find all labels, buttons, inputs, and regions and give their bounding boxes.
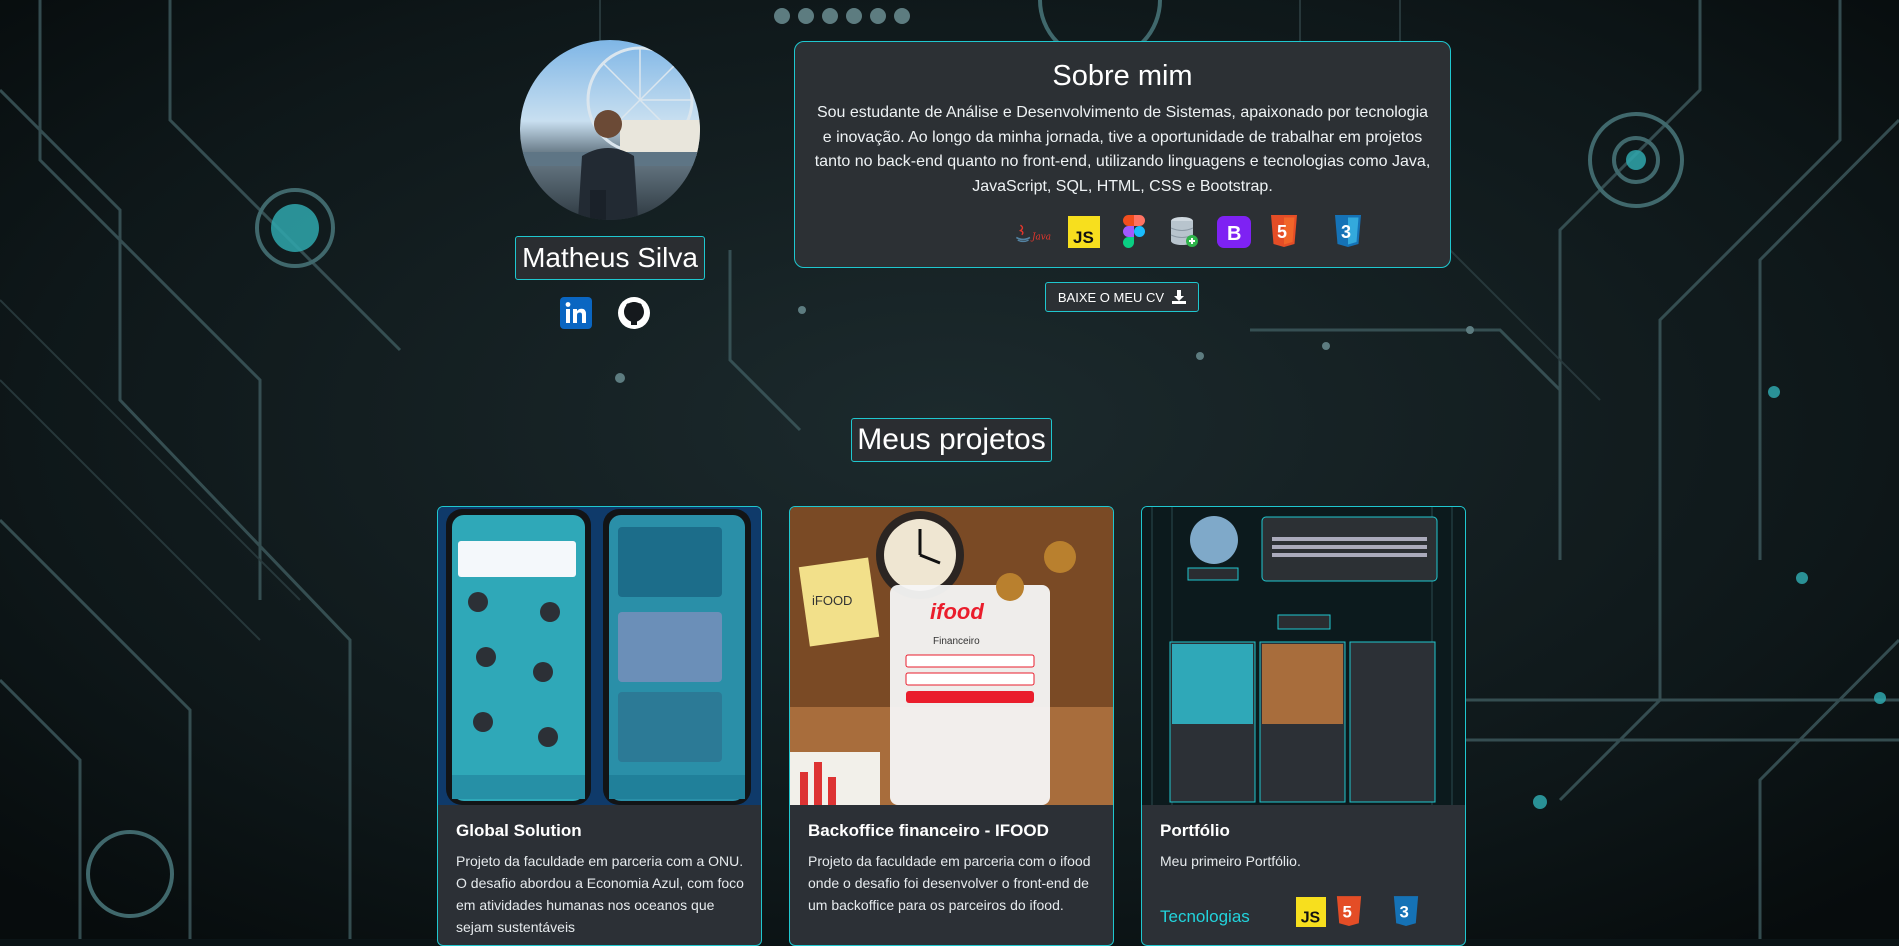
linkedin-icon [560,297,592,329]
profile-name: Matheus Silva [515,236,705,280]
linkedin-link[interactable] [559,296,593,330]
svg-text:iFOOD: iFOOD [812,593,852,608]
project-card-ifood[interactable]: iFOOD ifood Financeiro Backoffice financ… [789,506,1114,946]
svg-text:5: 5 [1277,222,1287,242]
project-thumbnail-ifood: iFOOD ifood Financeiro [790,507,1113,805]
svg-text:B: B [1227,223,1241,245]
download-cv-button[interactable]: BAIXE O MEU CV [1045,282,1199,312]
svg-text:5: 5 [1342,903,1351,922]
about-title: Sobre mim [1052,60,1193,92]
about-text: Sou estudante de Análise e Desenvolvimen… [814,104,1431,195]
java-icon: Java [1015,214,1053,250]
svg-text:JS: JS [1301,909,1320,926]
profile-avatar [520,40,700,220]
sql-database-icon [1165,214,1203,250]
project-card-global-solution[interactable]: Global Solution Projeto da faculdade em … [437,506,762,946]
github-icon [618,297,650,329]
download-icon [1172,290,1187,304]
svg-text:ifood: ifood [930,599,984,624]
project-title: Backoffice financeiro - IFOOD [808,821,1049,840]
svg-text:Java: Java [1030,232,1051,242]
project-thumbnail-global-solution [438,507,761,805]
css3-icon: 3 [1393,896,1419,926]
svg-text:JS: JS [1073,228,1094,247]
project-title: Global Solution [456,821,582,840]
github-link[interactable] [617,296,651,330]
svg-text:3: 3 [1399,903,1408,922]
projects-title: Meus projetos [851,418,1052,462]
svg-text:3: 3 [1341,222,1351,242]
css3-icon: 3 [1329,214,1367,250]
html5-icon: 5 [1336,896,1362,926]
project-description: Projeto da faculdade em parceria com o i… [808,853,1091,913]
project-description: Meu primeiro Portfólio. [1160,853,1301,869]
javascript-icon: JS [1296,897,1326,927]
project-card-portfolio[interactable]: Portfólio Meu primeiro Portfólio. Tecnol… [1141,506,1466,946]
project-title: Portfólio [1160,821,1230,840]
html5-icon: 5 [1265,214,1303,250]
about-card: Sobre mim Sou estudante de Análise e Des… [794,41,1451,268]
project-description: Projeto da faculdade em parceria com a O… [456,853,744,935]
technologies-label: Tecnologias [1160,907,1250,926]
tech-icons-row: Java JS B 5 3 [1015,214,1367,250]
project-thumbnail-portfolio [1142,507,1465,805]
bootstrap-icon: B [1215,214,1253,250]
download-cv-label: BAIXE O MEU CV [1057,289,1165,305]
svg-text:Financeiro: Financeiro [933,636,980,647]
figma-icon [1115,214,1153,250]
javascript-icon: JS [1065,214,1103,250]
